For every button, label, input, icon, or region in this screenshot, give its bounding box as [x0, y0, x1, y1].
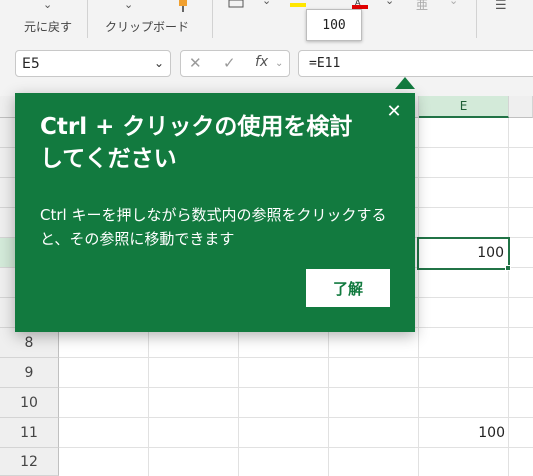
column-header[interactable]: [509, 96, 533, 118]
row-header-12[interactable]: 12: [0, 448, 59, 476]
name-box-value: E5: [22, 55, 40, 72]
ctrl-click-tip-callout: ✕ Ctrl + クリックの使用を検討してください Ctrl キーを押しながら数…: [15, 93, 415, 332]
callout-pointer: [395, 77, 415, 89]
gridline: [59, 417, 533, 418]
formula-bar-row: E5 ⌄ ✕ ✓ fx ⌄ =E11: [0, 44, 533, 96]
gridline: [59, 387, 533, 388]
borders-icon[interactable]: [228, 0, 244, 8]
callout-body: Ctrl キーを押しながら数式内の参照をクリックすると、その参照に移動できます: [40, 206, 387, 248]
fill-color-icon[interactable]: [290, 0, 306, 8]
cell-e11[interactable]: 100: [419, 419, 505, 448]
format-painter-icon[interactable]: [176, 0, 190, 12]
close-icon[interactable]: ✕: [385, 103, 403, 121]
got-it-button[interactable]: 了解: [306, 269, 390, 307]
ribbon-separator: [476, 0, 477, 38]
ribbon-separator: [87, 0, 88, 38]
row-header-11[interactable]: 11: [0, 418, 59, 448]
phonetic-dropdown-icon[interactable]: ⌄: [449, 0, 458, 7]
undo-dropdown-icon[interactable]: ⌄: [43, 0, 52, 11]
clipboard-group-label: クリップボード: [105, 20, 190, 34]
row-header-9[interactable]: 9: [0, 358, 59, 388]
row-header-10[interactable]: 10: [0, 388, 59, 418]
excel-window: ⌄ 元に戻す ⌄ クリップボード ⌄ A ⌄ 亜 ⌄ ☰ 100 E5 ⌄ ✕ …: [0, 0, 533, 476]
name-box-dropdown-icon[interactable]: ⌄: [154, 56, 164, 70]
fill-handle[interactable]: [505, 265, 511, 271]
undo-group-label: 元に戻す: [24, 20, 73, 34]
gridline: [508, 118, 509, 476]
align-icon[interactable]: ☰: [495, 0, 507, 13]
ribbon: ⌄ 元に戻す ⌄ クリップボード ⌄ A ⌄ 亜 ⌄ ☰: [0, 0, 533, 44]
insert-function-icon[interactable]: fx: [255, 54, 268, 70]
column-header-e[interactable]: E: [419, 96, 509, 118]
enter-icon[interactable]: ✓: [223, 54, 236, 72]
name-box[interactable]: E5 ⌄: [15, 50, 171, 77]
gridline: [59, 357, 533, 358]
ribbon-separator: [212, 0, 213, 38]
callout-title: Ctrl + クリックの使用を検討してください: [40, 114, 353, 172]
clipboard-dropdown-icon[interactable]: ⌄: [124, 0, 133, 11]
fx-dropdown-icon[interactable]: ⌄: [275, 58, 283, 69]
formula-input[interactable]: =E11: [298, 50, 533, 77]
phonetic-icon[interactable]: 亜: [416, 0, 428, 13]
borders-dropdown-icon[interactable]: ⌄: [262, 0, 271, 7]
formula-buttons: ✕ ✓ fx ⌄: [180, 50, 290, 77]
cell-e5[interactable]: 100: [417, 237, 510, 270]
cancel-icon[interactable]: ✕: [189, 54, 202, 72]
row-header-8[interactable]: 8: [0, 328, 59, 358]
value-tooltip: 100: [306, 9, 362, 41]
font-color-dropdown-icon[interactable]: ⌄: [385, 0, 394, 7]
